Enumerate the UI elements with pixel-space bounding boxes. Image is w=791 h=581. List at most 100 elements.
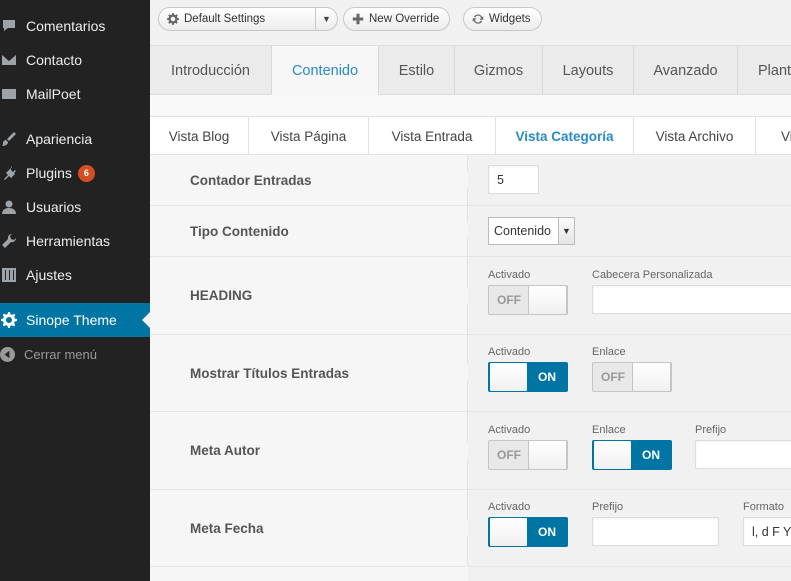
user-icon (0, 199, 26, 215)
row-fields (468, 155, 791, 205)
mail-icon (0, 52, 26, 68)
sub-tabs-area: Vista Blog Vista Página Vista Entrada Vi… (150, 95, 791, 155)
row-fields: Activado ON Prefijo Formato (468, 490, 791, 566)
tab-introduccion[interactable]: Introducción (150, 46, 272, 95)
sidebar-item-comentarios[interactable]: Comentarios (0, 9, 150, 43)
row-label: Mostrar Títulos Entradas (150, 335, 468, 411)
subtab-vista-archivo[interactable]: Vista Archivo (634, 117, 756, 155)
new-override-button[interactable]: New Override (343, 7, 451, 31)
row-tipo-contenido: Tipo Contenido Contenido ▼ (150, 206, 791, 257)
row-heading: HEADING Activado OFF Cabecera Personaliz… (150, 257, 791, 335)
autor-activado-toggle[interactable]: OFF (488, 440, 568, 470)
row-fields: Activado OFF Cabecera Personalizada (468, 257, 791, 334)
titulos-activado-toggle[interactable]: ON (488, 362, 568, 392)
collapse-menu-button[interactable]: Cerrar menú (0, 342, 97, 366)
tab-avanzado[interactable]: Avanzado (634, 46, 738, 95)
subtab-vista-entrada[interactable]: Vista Entrada (369, 117, 496, 155)
toggle-knob (528, 286, 567, 314)
plus-icon (352, 13, 364, 25)
sidebar-item-herramientas[interactable]: Herramientas (0, 224, 150, 258)
row-label: Meta Autor (150, 412, 468, 489)
sidebar-item-label: Plugins (26, 165, 72, 181)
collapse-arrow-icon (0, 346, 24, 362)
sliders-icon (0, 267, 26, 283)
row-label: Tipo Contenido (150, 206, 468, 256)
toggle-knob (632, 363, 671, 391)
row-label: Meta Fecha (150, 490, 468, 566)
tab-gizmos[interactable]: Gizmos (455, 46, 543, 95)
collapse-menu-label: Cerrar menú (24, 346, 97, 362)
prefijo-label: Prefijo (695, 424, 727, 436)
activado-label: Activado (488, 346, 531, 358)
fecha-activado-toggle[interactable]: ON (488, 517, 568, 547)
titulos-enlace-toggle[interactable]: OFF (592, 362, 672, 392)
fecha-formato-input[interactable] (743, 517, 791, 546)
comment-icon (0, 18, 26, 34)
cabecera-personalizada-input[interactable] (592, 285, 791, 314)
brush-icon (0, 131, 26, 147)
cabecera-personalizada-label: Cabecera Personalizada (592, 269, 713, 281)
subtab-vista-pagina[interactable]: Vista Página (249, 117, 369, 155)
subtab-vista-more[interactable]: Vista (756, 117, 791, 155)
gear-icon (0, 312, 26, 328)
toggle-state: ON (538, 525, 556, 539)
activado-label: Activado (488, 424, 531, 436)
tab-estilo[interactable]: Estilo (379, 46, 455, 95)
row-contador-entradas: Contador Entradas (150, 155, 791, 206)
widgets-label: Widgets (489, 13, 531, 25)
row-fields: Contenido ▼ (468, 206, 791, 256)
fecha-prefijo-input[interactable] (592, 517, 719, 546)
tab-layouts[interactable]: Layouts (543, 46, 634, 95)
settings-rows: Contador Entradas Tipo Contenido Conteni… (150, 155, 791, 581)
toggle-knob (593, 441, 632, 469)
formato-label: Formato (743, 501, 784, 513)
sidebar-item-mailpoet[interactable]: MailPoet (0, 77, 150, 111)
row-next (150, 567, 791, 581)
sidebar-item-label: MailPoet (26, 86, 81, 102)
settings-select-value: Default Settings (184, 13, 266, 25)
tab-plantillas[interactable]: Plantillas (738, 46, 791, 95)
new-override-label: New Override (369, 13, 440, 25)
sidebar-item-label: Sinope Theme (26, 312, 117, 328)
tipo-contenido-select[interactable]: Contenido ▼ (488, 217, 575, 245)
autor-prefijo-input[interactable] (695, 440, 791, 469)
contador-entradas-input[interactable] (488, 165, 539, 194)
prefijo-label: Prefijo (592, 501, 624, 513)
refresh-icon (472, 14, 484, 24)
sidebar-item-usuarios[interactable]: Usuarios (0, 190, 150, 224)
row-label: Contador Entradas (150, 155, 468, 205)
tipo-contenido-value: Contenido (494, 224, 551, 238)
widgets-button[interactable]: Widgets (463, 7, 542, 31)
activado-label: Activado (488, 269, 531, 281)
sub-tabs: Vista Blog Vista Página Vista Entrada Vi… (150, 116, 791, 155)
subtab-vista-blog[interactable]: Vista Blog (150, 117, 249, 155)
sidebar-item-label: Ajustes (26, 267, 72, 283)
update-count-badge: 6 (77, 164, 95, 182)
sidebar-item-contacto[interactable]: Contacto (0, 43, 150, 77)
tab-contenido[interactable]: Contenido (272, 46, 379, 95)
sidebar-item-apariencia[interactable]: Apariencia (0, 122, 150, 156)
autor-enlace-toggle[interactable]: ON (592, 440, 672, 470)
mail-icon (0, 86, 26, 102)
row-fields: Activado ON Enlace OFF (468, 335, 791, 411)
heading-activado-toggle[interactable]: OFF (488, 285, 568, 315)
toggle-knob (489, 363, 528, 391)
sidebar-item-label: Herramientas (26, 233, 111, 249)
sidebar-item-label: Contacto (26, 52, 83, 68)
sidebar-separator (0, 111, 150, 119)
toggle-state: ON (642, 448, 660, 462)
row-fields: Activado OFF Enlace ON Prefijo (468, 412, 791, 489)
main-tabs: Introducción Contenido Estilo Gizmos Lay… (150, 46, 791, 95)
sidebar-item-plugins[interactable]: Plugins 6 (0, 156, 150, 190)
sidebar-item-label: Comentarios (26, 18, 106, 34)
toggle-state: OFF (601, 370, 625, 384)
sidebar-item-ajustes[interactable]: Ajustes (0, 258, 150, 292)
toggle-state: OFF (497, 448, 521, 462)
sidebar-item-sinope-theme[interactable]: Sinope Theme (0, 303, 150, 337)
chevron-down-icon: ▼ (558, 218, 574, 244)
toggle-knob (528, 441, 567, 469)
subtab-vista-categoria[interactable]: Vista Categoría (496, 117, 634, 155)
plug-icon (0, 165, 26, 181)
settings-select[interactable]: Default Settings ▼ (158, 7, 338, 31)
row-label-empty (150, 567, 468, 581)
